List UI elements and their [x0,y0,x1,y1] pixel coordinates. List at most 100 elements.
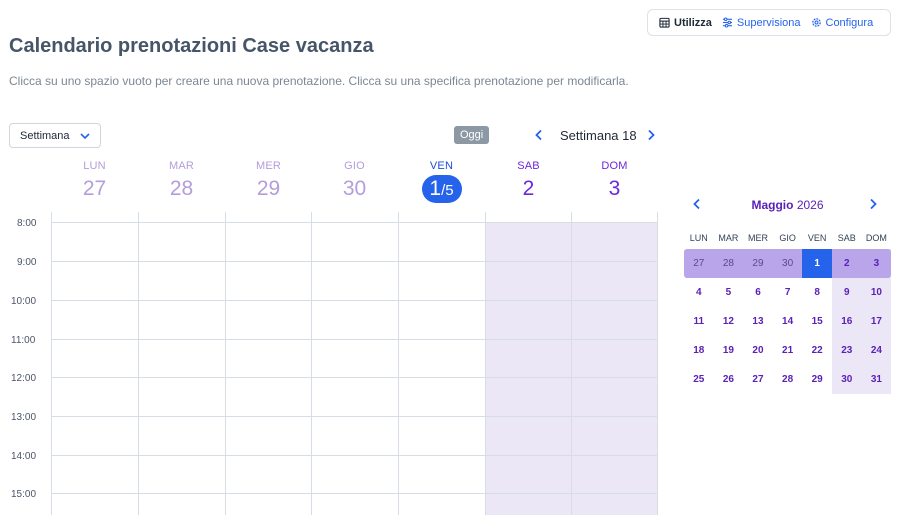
page-title: Calendario prenotazioni Case vacanza [9,35,374,57]
mini-calendar-weekday: SAB [837,233,856,243]
mini-calendar-day[interactable]: 12 [714,307,744,336]
mini-calendar-weekday: MAR [718,233,739,243]
day-header[interactable]: SAB 2 [485,160,572,201]
chevron-down-icon [80,132,90,139]
time-label: 15:00 [11,489,37,500]
mini-calendar-day[interactable]: 26 [714,365,744,394]
mini-calendar-day[interactable]: 24 [862,336,892,365]
grid-hour-line [51,493,658,494]
week-time-grid[interactable] [51,212,658,515]
mode-switcher: Utilizza Supervisiona Configura [647,9,891,36]
mini-calendar-day[interactable]: 14 [773,307,803,336]
day-name: DOM [601,160,628,172]
view-select-value: Settimana [20,129,70,142]
grid-column-line [138,212,139,515]
grid-column-line [657,212,658,515]
mini-calendar-day[interactable]: 16 [832,307,862,336]
week-label: Settimana 18 [560,128,637,143]
day-number: 2 [522,177,535,200]
chevron-right-icon [648,129,655,141]
day-name: MAR [168,160,195,172]
mini-calendar-day[interactable]: 21 [773,336,803,365]
grid-hour-line [51,377,658,378]
grid-column-line [311,212,312,515]
mini-calendar-day[interactable]: 20 [743,336,773,365]
mini-calendar-title: Maggio 2026 [684,198,891,212]
month-suffix: /5 [441,182,454,199]
day-header-today[interactable]: VEN 1/5 [398,160,485,203]
day-number: 28 [169,177,194,200]
mini-calendar-day[interactable]: 9 [832,278,862,307]
day-header[interactable]: GIO 30 [311,160,398,201]
day-header[interactable]: DOM 3 [571,160,658,201]
mini-calendar-day[interactable]: 13 [743,307,773,336]
day-number: 1 [429,177,442,200]
mini-calendar-day[interactable]: 7 [773,278,803,307]
mini-calendar-next-month[interactable] [866,196,880,212]
day-name: LUN [83,160,106,172]
mini-calendar-day[interactable]: 30 [773,249,803,278]
mini-calendar-day[interactable]: 28 [714,249,744,278]
mini-calendar-day[interactable]: 3 [862,249,892,278]
calendar-grid-icon [659,17,670,28]
view-select[interactable]: Settimana [9,123,101,148]
time-label: 10:00 [11,296,37,307]
mini-calendar-day[interactable]: 29 [743,249,773,278]
mini-calendar-day[interactable]: 4 [684,278,714,307]
mini-calendar-day[interactable]: 22 [802,336,832,365]
mini-calendar-day[interactable]: 10 [862,278,892,307]
grid-hour-line [51,261,658,262]
mini-calendar-day[interactable]: 27 [684,249,714,278]
mode-label: Configura [825,16,874,29]
day-header[interactable]: MAR 28 [138,160,225,201]
mini-calendar-day[interactable]: 29 [802,365,832,394]
mini-calendar-weekday: LUN [689,233,708,243]
previous-week-button[interactable] [532,126,546,144]
mini-calendar-day[interactable]: 19 [714,336,744,365]
grid-hour-line [51,416,658,417]
mini-calendar-day[interactable]: 18 [684,336,714,365]
next-week-button[interactable] [644,126,658,144]
mode-label: Supervisiona [736,16,801,29]
day-header[interactable]: LUN 27 [51,160,138,201]
chevron-right-icon [870,198,877,210]
mini-calendar-day[interactable]: 11 [684,307,714,336]
day-number: 30 [342,177,367,200]
day-name: MER [255,160,282,172]
mode-label: Utilizza [674,16,712,29]
day-name: VEN [429,160,454,172]
mini-calendar-day[interactable]: 27 [743,365,773,394]
mini-calendar-day[interactable]: 28 [773,365,803,394]
time-label: 13:00 [11,412,37,423]
mini-calendar-day[interactable]: 31 [862,365,892,394]
chevron-left-icon [535,129,542,141]
day-number: 29 [256,177,281,200]
grid-column-line [225,212,226,515]
grid-column-line [485,212,486,515]
mini-calendar-day[interactable]: 25 [684,365,714,394]
time-label: 9:00 [17,257,37,268]
day-number: 27 [82,177,107,200]
day-name: SAB [517,160,540,172]
mini-calendar-day-selected[interactable]: 1 [802,249,832,278]
grid-column-line [398,212,399,515]
mini-calendar-weekday: DOM [865,233,887,243]
mode-utilizza[interactable]: Utilizza [654,17,717,29]
mode-supervisiona[interactable]: Supervisiona [717,17,806,29]
mini-calendar-day[interactable]: 30 [832,365,862,394]
mini-calendar-day[interactable]: 8 [802,278,832,307]
grid-column-line [51,212,52,515]
time-label: 11:00 [11,335,36,346]
mini-calendar-day[interactable]: 2 [832,249,862,278]
today-button[interactable]: Oggi [454,126,490,144]
mode-configura[interactable]: Configura [806,17,879,29]
mini-calendar-day[interactable]: 17 [862,307,892,336]
mini-calendar-month: Maggio [751,198,794,212]
today-date-badge: 1/5 [421,175,462,203]
mini-calendar-weekday: VEN [807,233,827,243]
day-header[interactable]: MER 29 [225,160,312,201]
mini-calendar-day[interactable]: 5 [714,278,744,307]
mini-calendar-day[interactable]: 15 [802,307,832,336]
mini-calendar-day[interactable]: 6 [743,278,773,307]
mini-calendar-day[interactable]: 23 [832,336,862,365]
